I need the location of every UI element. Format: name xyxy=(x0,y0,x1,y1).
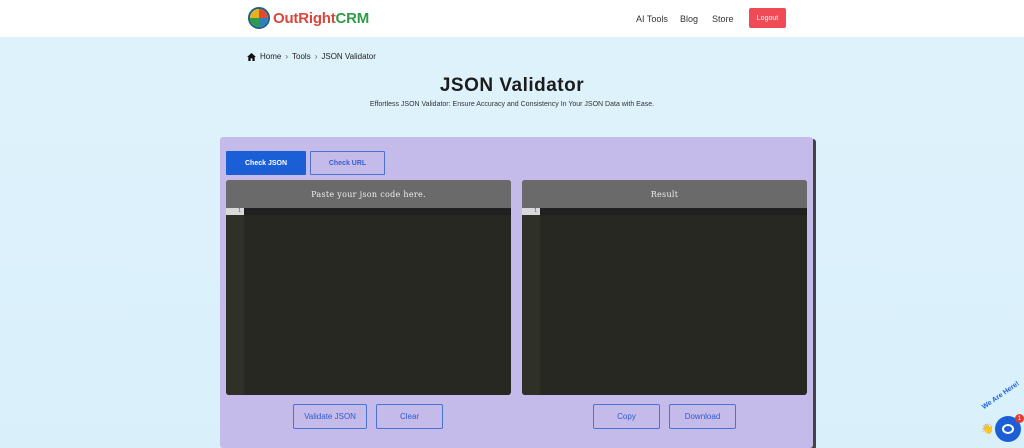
json-input-editor[interactable]: Paste your json code here. 1 xyxy=(226,180,511,395)
chat-notification-badge: 1 xyxy=(1015,414,1024,423)
breadcrumb-separator: › xyxy=(285,52,289,61)
home-icon xyxy=(247,52,256,61)
breadcrumb-current: JSON Validator xyxy=(321,52,376,61)
nav-store[interactable]: Store xyxy=(712,0,734,37)
page-subtitle: Effortless JSON Validator: Ensure Accura… xyxy=(369,101,655,108)
nav-blog[interactable]: Blog xyxy=(680,0,698,37)
active-line[interactable] xyxy=(540,208,807,215)
top-navbar: OutRightCRM AI Tools Blog Store Logout xyxy=(0,0,1024,37)
input-editor-header: Paste your json code here. xyxy=(226,180,511,208)
wave-icon: 👋 xyxy=(981,424,994,435)
result-editor-header: Result xyxy=(522,180,807,208)
page-title: JSON Validator xyxy=(439,75,585,96)
active-line[interactable] xyxy=(244,208,511,215)
line-number: 1 xyxy=(226,208,244,215)
clear-button[interactable]: Clear xyxy=(376,404,443,429)
nav-ai-tools[interactable]: AI Tools xyxy=(636,0,668,37)
tab-check-json[interactable]: Check JSON xyxy=(226,151,306,175)
copy-button[interactable]: Copy xyxy=(593,404,660,429)
breadcrumb-home[interactable]: Home xyxy=(260,52,281,61)
chat-label: We Are Here! xyxy=(980,380,1021,411)
chat-icon xyxy=(1002,424,1014,434)
breadcrumb-separator: › xyxy=(314,52,318,61)
breadcrumb: Home › Tools › JSON Validator xyxy=(247,52,376,61)
validator-panel: Check JSON Check URL Paste your json cod… xyxy=(220,137,813,448)
logout-button[interactable]: Logout xyxy=(749,8,786,28)
editor-gutter xyxy=(226,208,244,395)
breadcrumb-tools[interactable]: Tools xyxy=(292,52,311,61)
line-number: 1 xyxy=(522,208,540,215)
result-editor[interactable]: Result 1 xyxy=(522,180,807,395)
download-button[interactable]: Download xyxy=(669,404,736,429)
logo-icon xyxy=(248,7,270,29)
editor-gutter xyxy=(522,208,540,395)
tab-check-url[interactable]: Check URL xyxy=(310,151,385,175)
validate-json-button[interactable]: Validate JSON xyxy=(293,404,367,429)
brand-logo[interactable]: OutRightCRM xyxy=(248,6,369,30)
brand-name: OutRightCRM xyxy=(273,9,370,27)
